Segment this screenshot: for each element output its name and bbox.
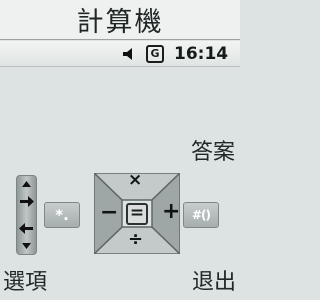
title-bar: 計算機 [0, 0, 240, 40]
arrow-left-icon [19, 223, 33, 234]
network-icon: G [146, 45, 164, 63]
arrow-down-icon [22, 243, 31, 249]
equals-key[interactable]: = [126, 203, 148, 225]
clock: 16:14 [174, 44, 229, 64]
options-softkey[interactable]: 選項 [3, 264, 47, 296]
speaker-icon [123, 48, 132, 60]
app-title: 計算機 [76, 7, 164, 38]
multiply-key[interactable]: × [128, 170, 142, 190]
side-volume-key[interactable] [16, 175, 37, 255]
divide-key[interactable]: ÷ [128, 229, 143, 250]
minus-key[interactable]: − [100, 200, 118, 225]
exit-softkey[interactable]: 退出 [192, 264, 236, 296]
arrow-up-icon [22, 181, 31, 187]
status-bar: G 16:14 [0, 41, 240, 67]
calculator-keypad: *. × ÷ − + = #() [0, 170, 240, 260]
arrow-right-icon [20, 196, 34, 207]
hash-key[interactable]: #() [183, 202, 219, 228]
answer-softkey[interactable]: 答案 [191, 134, 235, 166]
star-key[interactable]: *. [44, 202, 80, 228]
plus-key[interactable]: + [162, 199, 180, 224]
